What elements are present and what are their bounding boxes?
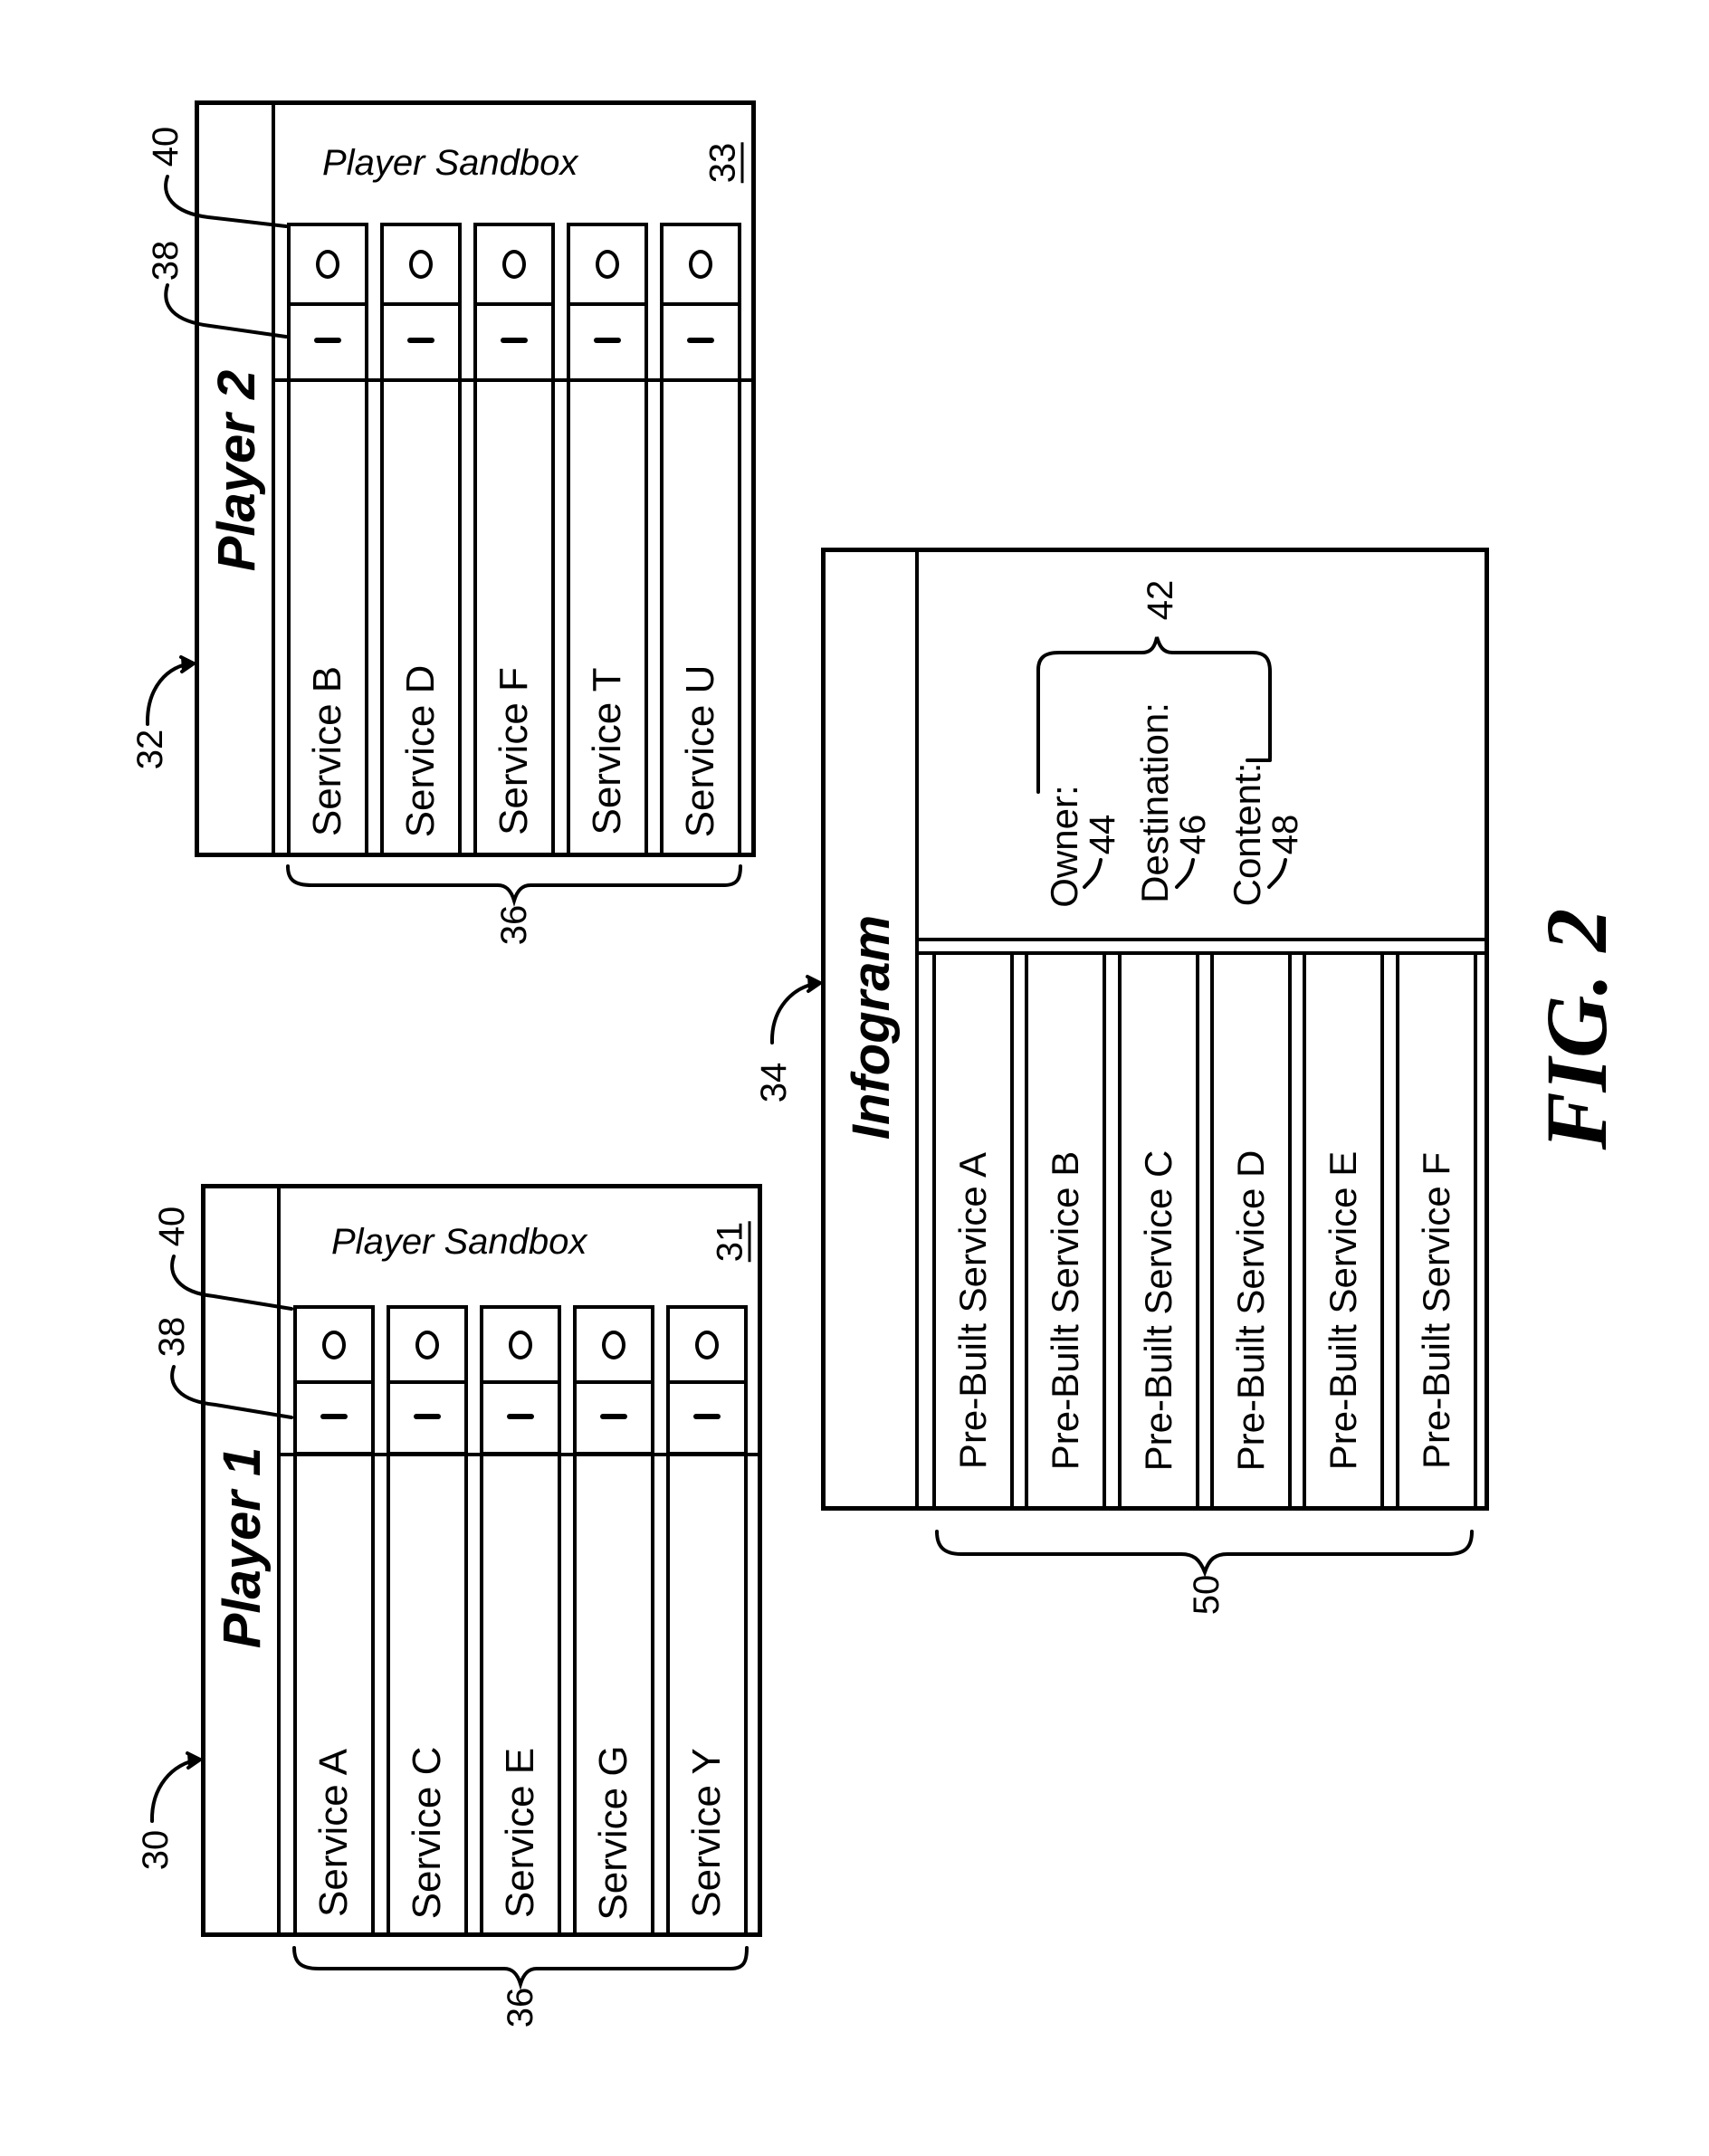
infogram-prebuilt-brace [935,1530,1474,1578]
player-2-services-brace [286,864,742,907]
player-2-ref-arrowhead [179,655,197,673]
player-2-ref-leader [145,662,195,726]
infogram-ref-leader [769,981,821,1045]
player-1-ref-arrowhead [186,1751,204,1770]
player-1-services-brace [292,1946,749,1990]
player-2-output-leader [164,175,288,228]
infogram-owner-leader [1083,858,1103,889]
player-1-ref-leader [149,1758,201,1823]
leader-lines [145,175,1474,1990]
infogram-content-leader [1267,858,1287,889]
player-1-output-leader [170,1254,293,1311]
infogram-ref-arrowhead [806,975,824,993]
infogram-destination-leader [1175,858,1195,889]
player-1-input-leader [170,1365,293,1419]
player-2-input-leader [164,283,288,339]
infogram-header-brace [1036,636,1272,794]
